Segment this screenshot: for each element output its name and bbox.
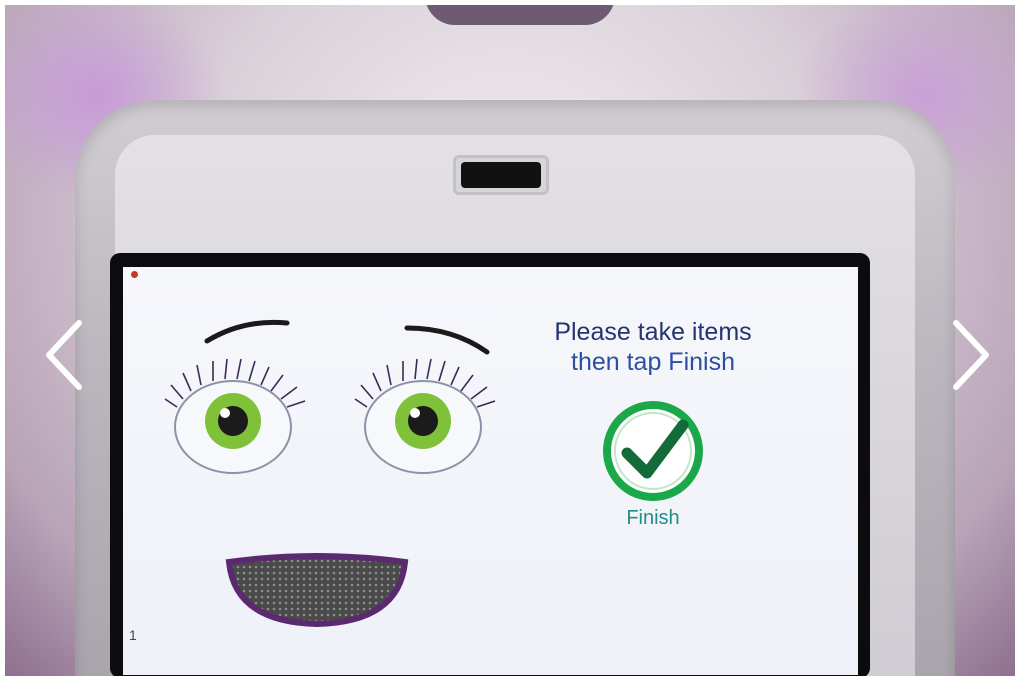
checkmark-circle-icon xyxy=(603,401,703,501)
robot-head-notch xyxy=(425,5,615,25)
smiling-mouth xyxy=(225,553,409,628)
screen-status-bar xyxy=(131,271,142,278)
instruction-message: Please take items then tap Finish xyxy=(518,317,788,377)
instruction-line-1: Please take items xyxy=(554,318,752,346)
chevron-left-icon xyxy=(46,320,82,390)
right-eye xyxy=(354,358,496,474)
carousel-next-button[interactable] xyxy=(940,315,1000,395)
right-eyebrow xyxy=(404,325,490,355)
left-eyebrow xyxy=(204,319,290,344)
left-eye xyxy=(164,358,306,474)
camera-sensor xyxy=(461,162,541,188)
robot-photo: Please take items then tap Finish Finish… xyxy=(5,5,1015,676)
screen-page-number: 1 xyxy=(129,627,137,643)
status-heart-icon xyxy=(131,271,138,278)
finish-label: Finish xyxy=(626,507,680,529)
robot-screen: Please take items then tap Finish Finish… xyxy=(123,267,858,675)
chevron-right-icon xyxy=(953,320,989,390)
finish-button[interactable]: Finish xyxy=(593,397,713,537)
carousel-prev-button[interactable] xyxy=(35,315,95,395)
instruction-line-2: then tap Finish xyxy=(571,348,735,376)
